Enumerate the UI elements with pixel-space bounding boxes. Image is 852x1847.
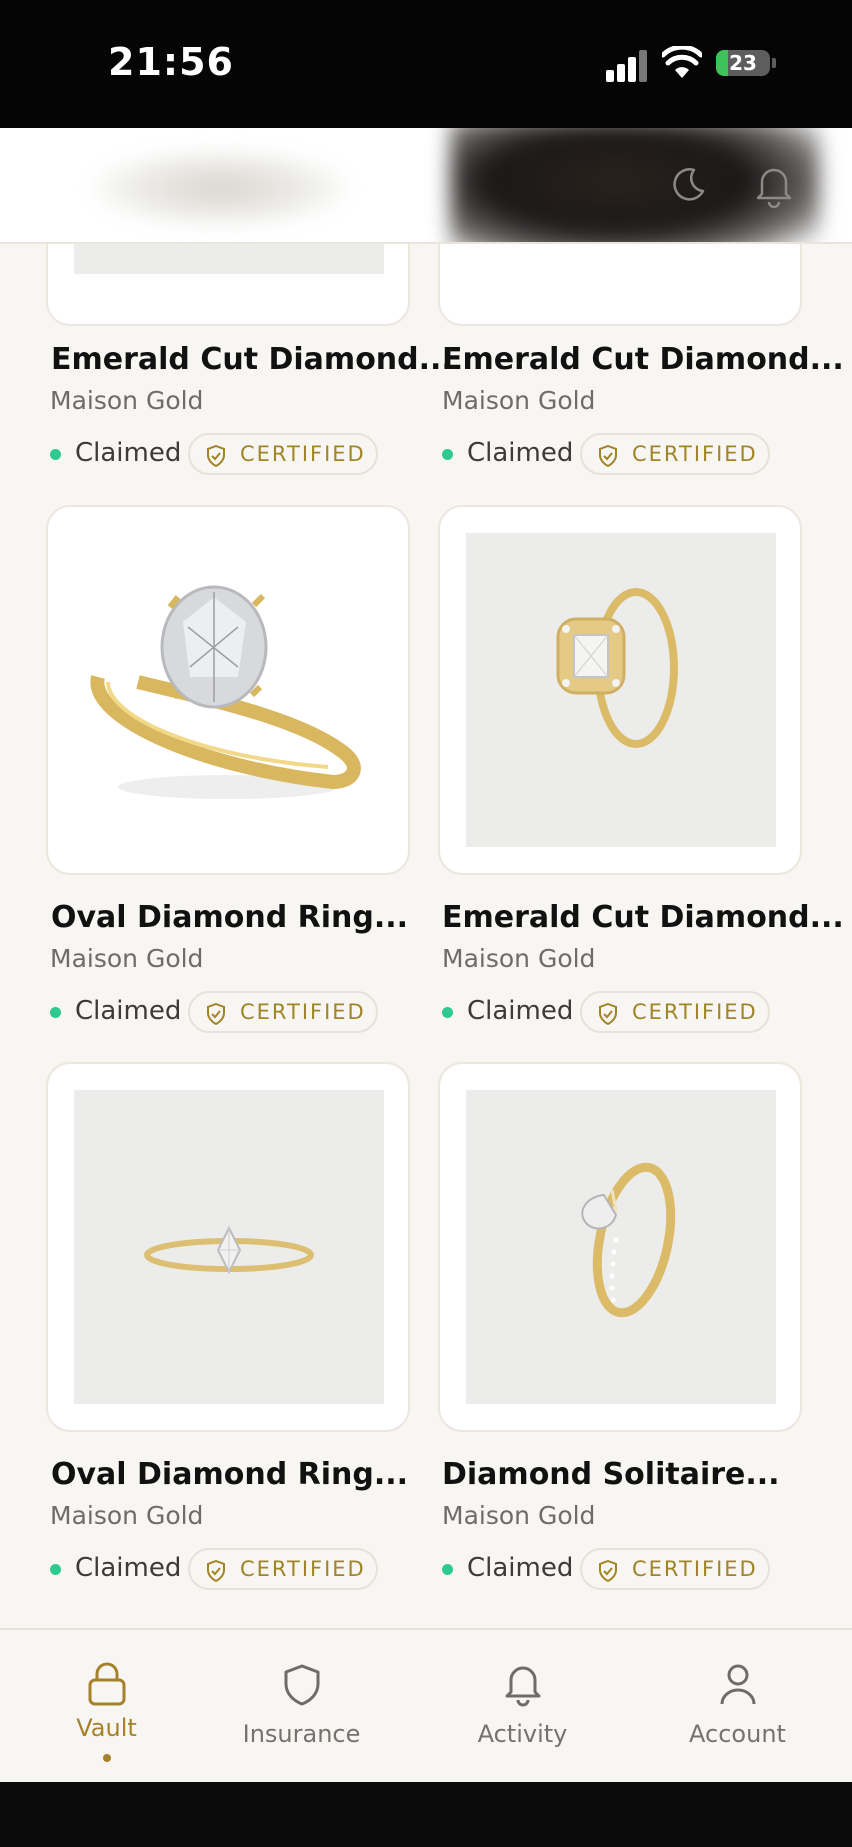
tab-label: Insurance bbox=[242, 1720, 361, 1748]
product-image[interactable] bbox=[466, 1090, 776, 1404]
battery-icon: 23 bbox=[716, 50, 770, 76]
tab-label: Account bbox=[689, 1720, 786, 1748]
shield-check-icon bbox=[207, 445, 225, 467]
shield-icon bbox=[284, 1664, 319, 1706]
status-label: Claimed bbox=[75, 996, 182, 1026]
tab-insurance[interactable]: Insurance bbox=[195, 1630, 408, 1784]
status-dot bbox=[442, 1564, 453, 1575]
product-title[interactable]: Oval Diamond Ring... bbox=[51, 900, 408, 935]
product-image[interactable] bbox=[74, 1090, 384, 1404]
tab-account[interactable]: Account bbox=[631, 1630, 844, 1784]
active-indicator bbox=[102, 1754, 111, 1762]
bell-icon[interactable] bbox=[754, 164, 794, 208]
shield-check-icon bbox=[599, 445, 617, 467]
certified-badge: CERTIFIED bbox=[580, 433, 770, 475]
status-bar: 21:56 23 bbox=[0, 0, 852, 128]
status-dot bbox=[442, 1007, 453, 1018]
certified-badge: CERTIFIED bbox=[188, 1548, 378, 1590]
product-title[interactable]: Emerald Cut Diamond... bbox=[442, 900, 844, 935]
product-card[interactable] bbox=[46, 1062, 410, 1432]
status-time: 21:56 bbox=[108, 40, 234, 84]
status-label: Claimed bbox=[75, 1553, 182, 1583]
status-dot bbox=[50, 1007, 61, 1018]
tab-bar: Vault Insurance Activity Account bbox=[0, 1628, 852, 1784]
certified-label: CERTIFIED bbox=[632, 1557, 758, 1581]
product-image[interactable] bbox=[466, 244, 776, 274]
product-title[interactable]: Emerald Cut Diamond... bbox=[51, 342, 453, 377]
certified-badge: CERTIFIED bbox=[188, 991, 378, 1033]
certified-label: CERTIFIED bbox=[240, 1557, 366, 1581]
status-label: Claimed bbox=[467, 1553, 574, 1583]
product-brand: Maison Gold bbox=[50, 386, 204, 415]
cellular-signal-icon bbox=[606, 48, 650, 82]
wifi-icon bbox=[662, 46, 702, 78]
product-title[interactable]: Emerald Cut Diamond... bbox=[442, 342, 844, 377]
product-card[interactable] bbox=[438, 1062, 802, 1432]
certified-badge: CERTIFIED bbox=[580, 991, 770, 1033]
product-card[interactable] bbox=[46, 505, 410, 875]
product-image[interactable] bbox=[466, 533, 776, 847]
moon-icon[interactable] bbox=[668, 164, 708, 204]
status-label: Claimed bbox=[467, 438, 574, 468]
certified-label: CERTIFIED bbox=[632, 1000, 758, 1024]
product-card[interactable] bbox=[438, 244, 802, 326]
tab-activity[interactable]: Activity bbox=[416, 1630, 629, 1784]
product-brand: Maison Gold bbox=[442, 1501, 596, 1530]
product-image[interactable] bbox=[74, 244, 384, 274]
tab-vault[interactable]: Vault bbox=[0, 1630, 213, 1784]
status-label: Claimed bbox=[467, 996, 574, 1026]
status-dot bbox=[442, 449, 453, 460]
product-brand: Maison Gold bbox=[50, 1501, 204, 1530]
product-brand: Maison Gold bbox=[442, 386, 596, 415]
product-title[interactable]: Diamond Solitaire... bbox=[442, 1457, 780, 1492]
shield-check-icon bbox=[207, 1560, 225, 1582]
home-indicator-area bbox=[0, 1782, 852, 1847]
certified-label: CERTIFIED bbox=[240, 442, 366, 466]
certified-label: CERTIFIED bbox=[632, 442, 758, 466]
product-brand: Maison Gold bbox=[50, 944, 204, 973]
tab-label: Activity bbox=[477, 1720, 568, 1748]
product-card[interactable] bbox=[438, 505, 802, 875]
battery-level: 23 bbox=[729, 51, 757, 75]
user-icon bbox=[720, 1664, 755, 1705]
certified-badge: CERTIFIED bbox=[580, 1548, 770, 1590]
certified-badge: CERTIFIED bbox=[188, 433, 378, 475]
bell-icon bbox=[505, 1666, 540, 1707]
product-title[interactable]: Oval Diamond Ring... bbox=[51, 1457, 408, 1492]
lock-icon bbox=[88, 1662, 125, 1706]
product-image[interactable] bbox=[78, 567, 378, 817]
status-dot bbox=[50, 1564, 61, 1575]
product-card[interactable] bbox=[46, 244, 410, 326]
shield-check-icon bbox=[207, 1003, 225, 1025]
product-brand: Maison Gold bbox=[442, 944, 596, 973]
shield-check-icon bbox=[599, 1560, 617, 1582]
tab-label: Vault bbox=[76, 1714, 137, 1742]
app-header bbox=[0, 128, 852, 244]
blurred-logo bbox=[90, 148, 350, 228]
status-label: Claimed bbox=[75, 438, 182, 468]
status-dot bbox=[50, 449, 61, 460]
certified-label: CERTIFIED bbox=[240, 1000, 366, 1024]
shield-check-icon bbox=[599, 1003, 617, 1025]
